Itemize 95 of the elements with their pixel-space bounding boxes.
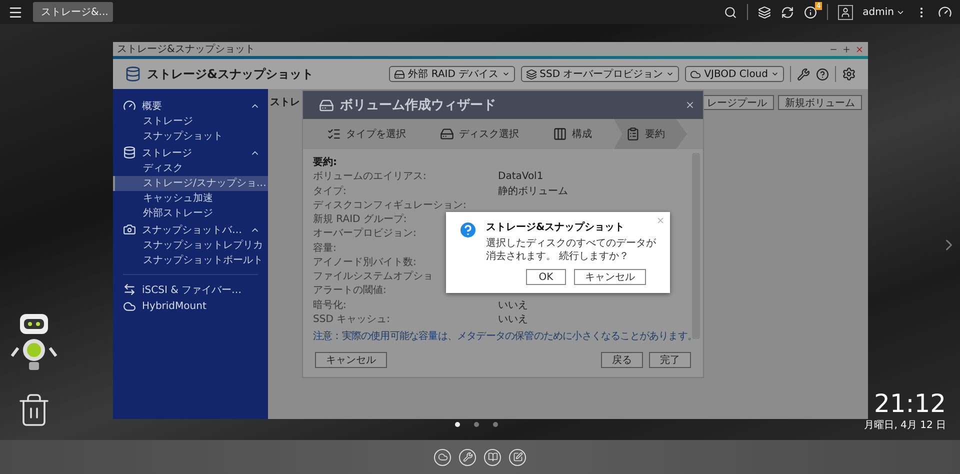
summary-value: 静的ボリューム bbox=[498, 184, 568, 198]
wrench-icon[interactable] bbox=[797, 68, 810, 80]
gauge-icon[interactable] bbox=[938, 5, 952, 19]
app-name: ストレージ&スナップショット bbox=[147, 66, 314, 82]
camera-icon bbox=[123, 223, 136, 236]
sidebar-group[interactable]: iSCSI & ファイバー… bbox=[113, 281, 268, 298]
dock-book[interactable] bbox=[484, 448, 501, 466]
summary-label: 暗号化: bbox=[313, 298, 346, 312]
sidebar-group[interactable]: スナップショットバ… bbox=[113, 221, 268, 238]
cloud-icon bbox=[690, 68, 702, 80]
columns-icon bbox=[553, 127, 567, 141]
app-tab[interactable]: ストレージ&... bbox=[33, 2, 113, 22]
gauge-icon bbox=[123, 99, 136, 112]
arrows-icon bbox=[123, 283, 136, 296]
summary-label: ファイルシステムオプショ bbox=[313, 270, 433, 284]
drive-icon bbox=[440, 127, 454, 141]
search-icon[interactable] bbox=[724, 6, 737, 18]
clipboard-icon bbox=[626, 127, 640, 141]
wizard-step: 構成 bbox=[541, 119, 614, 149]
summary-label: 容量: bbox=[313, 242, 336, 255]
user-menu[interactable]: admin bbox=[862, 6, 905, 18]
toolbar-dropdown[interactable]: SSD オーバープロビジョン bbox=[520, 66, 680, 82]
database-icon bbox=[123, 146, 136, 159]
dock-edit[interactable] bbox=[509, 448, 526, 466]
summary-value: いいえ bbox=[498, 312, 528, 326]
sidebar-group[interactable]: HybridMount bbox=[113, 298, 268, 315]
book-icon bbox=[488, 452, 498, 462]
summary-heading: 要約: bbox=[313, 156, 337, 170]
database-icon bbox=[125, 66, 141, 82]
toolbar-dropdown[interactable]: VJBOD Cloud bbox=[685, 66, 784, 82]
cancel-button[interactable]: キャンセル bbox=[315, 352, 387, 368]
summary-label: ディスクコンフィギュレーション: bbox=[313, 198, 466, 212]
sidebar-item[interactable]: キャッシュ加速 bbox=[113, 191, 268, 206]
clock-time: 21:12 bbox=[874, 390, 946, 418]
window-title: ストレージ&スナップショット bbox=[117, 42, 256, 56]
layers-icon bbox=[526, 68, 537, 80]
wizard-step: タイプを選択 bbox=[315, 119, 428, 149]
maximize-icon[interactable] bbox=[842, 44, 851, 54]
layers-icon[interactable] bbox=[758, 6, 771, 18]
wizard-title: ボリューム作成ウィザード bbox=[340, 97, 497, 114]
cloud-icon bbox=[123, 300, 136, 313]
sidebar-item[interactable]: ストレージ bbox=[113, 114, 268, 129]
drive-icon bbox=[394, 68, 406, 80]
user-icon[interactable] bbox=[838, 4, 853, 20]
toolbar-button[interactable]: 新規ボリューム bbox=[778, 95, 862, 110]
sidebar-item[interactable]: スナップショット bbox=[113, 129, 268, 144]
sidebar-group[interactable]: ストレージ bbox=[113, 144, 268, 161]
sidebar-item[interactable]: ディスク bbox=[113, 161, 268, 176]
summary-label: オーバープロビジョン: bbox=[313, 226, 416, 240]
page-dot[interactable] bbox=[474, 422, 479, 427]
clock-date: 月曜日, 4月 12 日 bbox=[864, 419, 946, 432]
note-text: 注意：実際の使用可能な容量は、メタデータの保管のために小さくなることがあります。 bbox=[313, 330, 689, 343]
sidebar-item[interactable]: 外部ストレージ bbox=[113, 206, 268, 221]
dialog-message: 選択したディスクのすべてのデータが消去されます。 続行しますか？ bbox=[486, 237, 657, 263]
wizard-step: 要約 bbox=[614, 119, 687, 149]
summary-label: アイノード別バイト数: bbox=[313, 256, 416, 269]
sidebar-item[interactable]: スナップショットボールト bbox=[113, 253, 268, 268]
drive-icon bbox=[319, 98, 334, 112]
sync-icon[interactable] bbox=[780, 6, 794, 18]
info-icon[interactable] bbox=[804, 6, 817, 18]
page-title: ストレ bbox=[270, 96, 300, 109]
summary-label: タイプ: bbox=[313, 184, 346, 198]
summary-label: アラートの閾値: bbox=[313, 284, 386, 298]
page-dot[interactable] bbox=[455, 422, 460, 427]
close-icon[interactable] bbox=[685, 100, 695, 110]
wizard-step: ディスク選択 bbox=[428, 119, 541, 149]
summary-label: SSD キャッシュ: bbox=[313, 312, 390, 326]
sidebar-item[interactable]: ストレージ/スナップショ… bbox=[113, 176, 268, 191]
summary-label: ボリュームのエイリアス: bbox=[313, 170, 426, 184]
menu-icon[interactable] bbox=[8, 4, 23, 20]
sidebar-item[interactable]: スナップショットレプリカ bbox=[113, 238, 268, 253]
caret-icon bbox=[502, 70, 510, 78]
page-dot[interactable] bbox=[493, 422, 498, 427]
close-icon[interactable] bbox=[855, 44, 864, 54]
summary-value: いいえ bbox=[498, 298, 528, 312]
sidebar-group[interactable]: 概要 bbox=[113, 97, 268, 114]
back-button[interactable]: 戻る bbox=[601, 352, 643, 368]
settings-icon[interactable] bbox=[842, 67, 856, 81]
list-icon bbox=[327, 127, 341, 141]
cancel-button[interactable]: キャンセル bbox=[574, 269, 646, 285]
summary-label: 新規 RAID グループ: bbox=[313, 212, 407, 226]
dock-tools[interactable] bbox=[459, 448, 476, 466]
question-icon bbox=[458, 220, 478, 240]
dialog-title: ストレージ&スナップショット bbox=[486, 220, 626, 234]
dock-cloud[interactable] bbox=[434, 448, 451, 466]
caret-icon bbox=[771, 70, 779, 78]
caret-icon bbox=[666, 70, 674, 78]
toolbar-dropdown[interactable]: 外部 RAID デバイス bbox=[389, 66, 515, 82]
edit-icon bbox=[512, 452, 522, 462]
help-icon[interactable] bbox=[816, 68, 829, 80]
finish-button[interactable]: 完了 bbox=[649, 352, 691, 368]
ok-button[interactable]: OK bbox=[526, 269, 566, 285]
summary-value: DataVol1 bbox=[498, 170, 544, 182]
cloud-icon bbox=[438, 452, 448, 462]
wrench-icon bbox=[462, 452, 472, 462]
